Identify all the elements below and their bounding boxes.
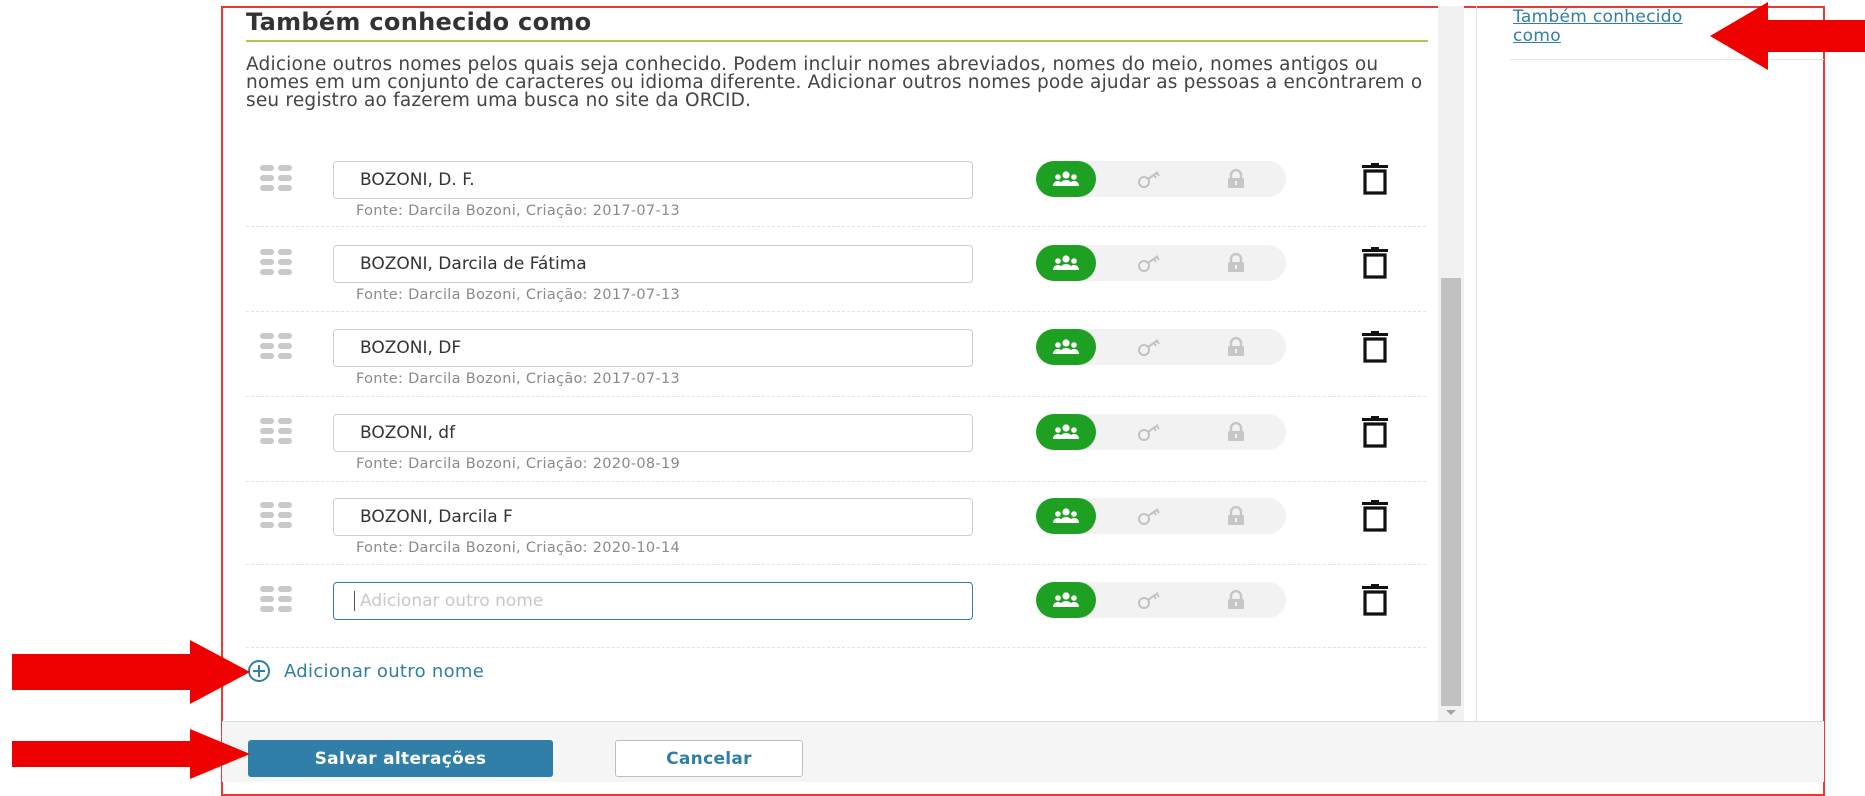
drag-handle-icon[interactable] [254,161,292,191]
annotation-arrow-icon [1710,2,1865,70]
key-icon [1138,592,1160,609]
other-name-input[interactable] [333,498,973,536]
drag-handle-icon[interactable] [254,245,292,275]
privacy-trusted-button[interactable] [1121,161,1181,197]
privacy-everyone-button[interactable] [1036,245,1096,281]
privacy-private-button[interactable] [1206,582,1266,618]
title-underline [246,40,1428,42]
lock-icon [1228,590,1244,609]
lock-icon [1228,337,1244,356]
privacy-everyone-button[interactable] [1036,498,1096,534]
name-source: Fonte: Darcila Bozoni, Criação: 2017-07-… [356,287,681,303]
cancel-button[interactable]: Cancelar [615,740,803,777]
privacy-private-button[interactable] [1206,245,1266,281]
text-caret [354,591,355,611]
row-divider [246,564,1426,565]
name-row: Fonte: Darcila Bozoni, Criação: 2017-07-… [246,329,1426,413]
lock-icon [1228,253,1244,272]
drag-handle-icon[interactable] [254,582,292,612]
row-divider [246,647,1426,648]
key-icon [1138,339,1160,356]
new-name-input[interactable] [333,582,973,620]
scrollbar-thumb[interactable] [1441,278,1461,706]
group-icon [1053,255,1079,270]
lock-icon [1228,169,1244,188]
drag-handle-icon[interactable] [254,498,292,528]
row-divider [246,396,1426,397]
privacy-selector [1036,414,1286,450]
group-icon [1053,508,1079,523]
privacy-trusted-button[interactable] [1121,498,1181,534]
trash-icon[interactable] [1361,247,1389,279]
other-name-input[interactable] [333,329,973,367]
privacy-private-button[interactable] [1206,329,1266,365]
trash-icon[interactable] [1361,584,1389,616]
save-changes-button[interactable]: Salvar alterações [248,740,553,777]
privacy-selector [1036,161,1286,197]
privacy-everyone-button[interactable] [1036,161,1096,197]
section-title: Também conhecido como [246,8,592,36]
trash-icon[interactable] [1361,163,1389,195]
privacy-private-button[interactable] [1206,498,1266,534]
name-source: Fonte: Darcila Bozoni, Criação: 2017-07-… [356,371,681,387]
annotation-arrow-icon [12,729,250,779]
plus-circle-icon [248,660,270,682]
new-name-row [246,582,1426,666]
trash-icon[interactable] [1361,331,1389,363]
privacy-selector [1036,582,1286,618]
sidebar-link-also-known-as[interactable]: Também conhecido como [1513,8,1713,46]
name-source: Fonte: Darcila Bozoni, Criação: 2017-07-… [356,203,681,219]
privacy-selector [1036,498,1286,534]
lock-icon [1228,506,1244,525]
privacy-trusted-button[interactable] [1121,582,1181,618]
privacy-selector [1036,245,1286,281]
scroll-down-icon[interactable] [1446,710,1456,715]
lock-icon [1228,422,1244,441]
group-icon [1053,592,1079,607]
group-icon [1053,424,1079,439]
drag-handle-icon[interactable] [254,329,292,359]
name-source: Fonte: Darcila Bozoni, Criação: 2020-08-… [356,456,681,472]
name-row: Fonte: Darcila Bozoni, Criação: 2017-07-… [246,161,1426,245]
group-icon [1053,171,1079,186]
privacy-trusted-button[interactable] [1121,414,1181,450]
privacy-everyone-button[interactable] [1036,414,1096,450]
annotation-arrow-icon [12,640,250,704]
other-name-input[interactable] [333,414,973,452]
other-name-input[interactable] [333,161,973,199]
key-icon [1138,508,1160,525]
privacy-private-button[interactable] [1206,161,1266,197]
key-icon [1138,171,1160,188]
privacy-trusted-button[interactable] [1121,245,1181,281]
drag-handle-icon[interactable] [254,414,292,444]
section-description: Adicione outros nomes pelos quais seja c… [246,54,1423,111]
row-divider [246,481,1426,482]
key-icon [1138,255,1160,272]
group-icon [1053,339,1079,354]
privacy-everyone-button[interactable] [1036,329,1096,365]
row-divider [246,311,1426,312]
add-other-name-label: Adicionar outro nome [284,660,485,682]
name-row: Fonte: Darcila Bozoni, Criação: 2020-08-… [246,414,1426,498]
other-name-input[interactable] [333,245,973,283]
trash-icon[interactable] [1361,500,1389,532]
privacy-private-button[interactable] [1206,414,1266,450]
trash-icon[interactable] [1361,416,1389,448]
add-other-name-link[interactable]: Adicionar outro nome [248,660,484,682]
sidebar-divider [1476,6,1477,721]
privacy-trusted-button[interactable] [1121,329,1181,365]
name-source: Fonte: Darcila Bozoni, Criação: 2020-10-… [356,540,681,556]
row-divider [246,226,1426,227]
key-icon [1138,424,1160,441]
privacy-everyone-button[interactable] [1036,582,1096,618]
name-row: Fonte: Darcila Bozoni, Criação: 2017-07-… [246,245,1426,329]
name-row: Fonte: Darcila Bozoni, Criação: 2020-10-… [246,498,1426,582]
privacy-selector [1036,329,1286,365]
